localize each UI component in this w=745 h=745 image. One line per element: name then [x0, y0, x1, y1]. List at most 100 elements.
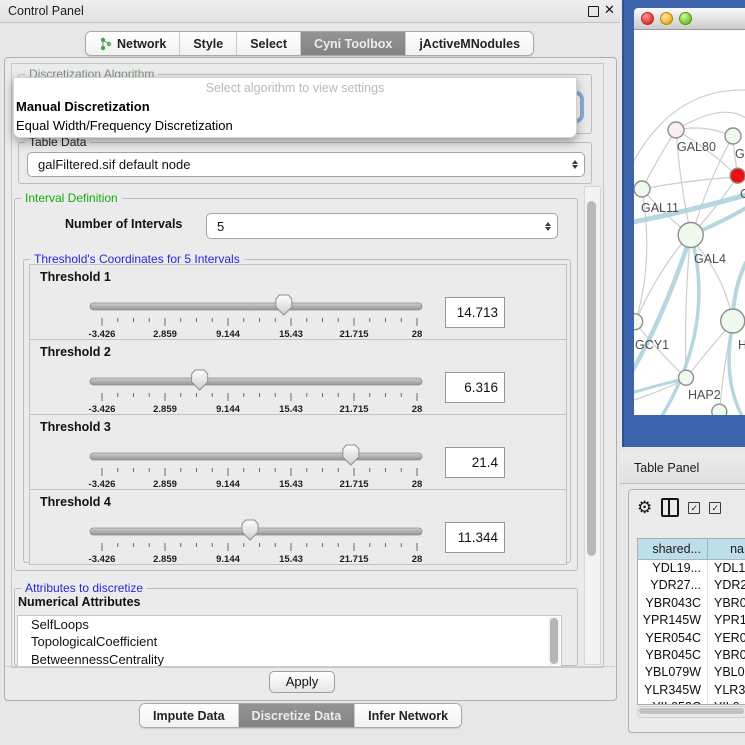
- network-node-h[interactable]: [721, 309, 745, 333]
- network-node-gal11[interactable]: [634, 181, 650, 197]
- number-of-intervals-value: 5: [207, 219, 539, 234]
- panel-scrollbar[interactable]: [584, 186, 601, 665]
- svg-text:21.715: 21.715: [339, 479, 369, 489]
- column-header-name[interactable]: na: [708, 539, 745, 559]
- cell-name: YER0: [708, 630, 745, 647]
- network-node-ga[interactable]: [725, 128, 741, 144]
- attribute-betweennesscentrality[interactable]: BetweennessCentrality: [18, 651, 561, 667]
- threshold-value-field-2[interactable]: 6.316: [445, 372, 505, 403]
- numerical-attributes-list[interactable]: SelfLoopsTopologicalCoefficientBetweenne…: [17, 615, 562, 667]
- checked-box-icon[interactable]: ✓: [688, 502, 700, 514]
- cell-name: YPR1: [708, 612, 745, 629]
- option-manual-discretization[interactable]: Manual Discretization: [14, 97, 576, 116]
- table-header-row: shared... na: [638, 539, 745, 560]
- threshold-panel-1: Threshold 1-3.4262.8599.14415.4321.71528…: [29, 264, 567, 340]
- table-row-ypr145w[interactable]: YPR145WYPR1: [638, 612, 745, 629]
- cell-shared-name: YPR145W: [638, 612, 708, 629]
- network-node-gal4[interactable]: [678, 223, 703, 248]
- svg-text:2.859: 2.859: [153, 479, 177, 489]
- network-node-gcy1[interactable]: [634, 314, 643, 330]
- apply-button[interactable]: Apply: [269, 671, 335, 693]
- network-node-gal80[interactable]: [668, 122, 684, 138]
- list-scrollbar[interactable]: [548, 617, 560, 665]
- split-columns-icon[interactable]: [661, 498, 679, 517]
- tab-style-label: Style: [193, 37, 223, 51]
- svg-text:9.144: 9.144: [216, 554, 240, 564]
- network-node[interactable]: [712, 404, 727, 415]
- tab-cyni-toolbox[interactable]: Cyni Toolbox: [301, 32, 406, 55]
- tab-jactivemnodules-label: jActiveMNodules: [419, 37, 520, 51]
- node-label-hap2: HAP2: [688, 388, 721, 402]
- network-node-hap2[interactable]: [679, 370, 694, 385]
- node-label-gcy1: GCY1: [635, 338, 669, 352]
- option-equal-width-frequency-discretization[interactable]: Equal Width/Frequency Discretization: [14, 116, 576, 135]
- table-row-ydr27[interactable]: YDR27...YDR2: [638, 577, 745, 594]
- svg-text:28: 28: [412, 329, 423, 339]
- control-panel-titlebar: Control Panel ✕: [0, 0, 620, 23]
- node-label-gal4: GAL4: [694, 252, 726, 266]
- divider: [5, 666, 615, 667]
- mode-tab-impute-data[interactable]: Impute Data: [140, 704, 239, 727]
- settings-gear-icon[interactable]: ⚙: [637, 499, 652, 516]
- table-row-ybl079w[interactable]: YBL079WYBL0: [638, 664, 745, 681]
- network-icon: [99, 37, 112, 51]
- node-label-gal80: GAL80: [677, 140, 716, 154]
- slider-thumb[interactable]: [242, 520, 258, 540]
- threshold-value-field-4[interactable]: 11.344: [445, 522, 505, 553]
- close-window-button[interactable]: [641, 12, 654, 25]
- table-row-yer054c[interactable]: YER054CYER0: [638, 630, 745, 647]
- mode-tab-infer-network-label: Infer Network: [368, 709, 448, 723]
- table-row-ydl19[interactable]: YDL19...YDL1: [638, 560, 745, 577]
- zoom-window-button[interactable]: [679, 12, 692, 25]
- algorithm-options: Manual DiscretizationEqual Width/Frequen…: [14, 97, 576, 135]
- cell-name: YBR0: [708, 595, 745, 612]
- cell-name: YBL0: [708, 664, 745, 681]
- node-label-gal11: GAL11: [641, 201, 679, 215]
- tab-network[interactable]: Network: [86, 32, 180, 55]
- svg-text:15.43: 15.43: [279, 479, 303, 489]
- cell-shared-name: YDR27...: [638, 577, 708, 594]
- node-label-c: C: [740, 187, 745, 201]
- network-view-canvas[interactable]: GAL80GACGAL11GAL4GCY1HHAP2: [634, 30, 745, 415]
- threshold-label-4: Threshold 4: [40, 495, 111, 509]
- slider-thumb[interactable]: [276, 295, 292, 315]
- number-of-intervals-combobox[interactable]: 5: [206, 213, 558, 239]
- close-panel-icon[interactable]: ✕: [604, 2, 615, 18]
- minimize-window-button[interactable]: [660, 12, 673, 25]
- svg-text:28: 28: [412, 479, 423, 489]
- tab-select[interactable]: Select: [237, 32, 301, 55]
- cyni-mode-tabs: Impute DataDiscretize Data Infer Network: [139, 703, 462, 728]
- svg-text:-3.426: -3.426: [89, 404, 116, 414]
- mode-tab-discretize-data[interactable]: Discretize Data: [239, 704, 356, 727]
- control-panel-title: Control Panel: [8, 4, 84, 18]
- column-header-shared-name[interactable]: shared...: [638, 539, 708, 559]
- interval-definition-group: Interval Definition Number of Intervals …: [14, 198, 578, 571]
- attribute-topologicalcoefficient[interactable]: TopologicalCoefficient: [18, 633, 561, 650]
- table-row-ybr045c[interactable]: YBR045CYBR0: [638, 647, 745, 664]
- tab-jactivemnodules[interactable]: jActiveMNodules: [406, 32, 533, 55]
- checked-box-icon[interactable]: ✓: [709, 502, 721, 514]
- algorithm-placeholder-option[interactable]: Select algorithm to view settings: [14, 78, 576, 97]
- cell-shared-name: YBR045C: [638, 647, 708, 664]
- threshold-label-3: Threshold 3: [40, 420, 111, 434]
- table-data-combobox[interactable]: galFiltered.sif default node: [27, 152, 585, 177]
- table-horizontal-scrollbar[interactable]: [637, 706, 745, 718]
- threshold-value-field-1[interactable]: 14.713: [445, 297, 505, 328]
- attribute-selfloops[interactable]: SelfLoops: [18, 616, 561, 633]
- algorithm-dropdown-popup: Select algorithm to view settings Manual…: [13, 77, 577, 138]
- table-row-ylr345w[interactable]: YLR345WYLR3: [638, 682, 745, 699]
- node-attribute-table[interactable]: shared... na YDL19...YDL1YDR27...YDR2YBR…: [637, 538, 745, 705]
- float-panel-icon[interactable]: [588, 6, 599, 17]
- table-row-yil052c[interactable]: YIL052CYIL0: [638, 699, 745, 705]
- cell-shared-name: YDL19...: [638, 560, 708, 577]
- threshold-value-field-3[interactable]: 21.4: [445, 447, 505, 478]
- table-panel-body: ⚙ ✓ ✓ shared... na YDL19...YDL1YDR27...Y…: [628, 489, 745, 733]
- tab-style[interactable]: Style: [180, 32, 237, 55]
- mode-tab-infer-network[interactable]: Infer Network: [355, 704, 461, 727]
- thresholds-group: Threshold's Coordinates for 5 Intervals …: [23, 259, 571, 563]
- table-row-ybr043c[interactable]: YBR043CYBR0: [638, 595, 745, 612]
- number-of-intervals-label: Number of Intervals: [65, 217, 182, 231]
- slider-thumb[interactable]: [192, 370, 208, 390]
- slider-thumb[interactable]: [343, 445, 359, 465]
- network-node-c[interactable]: [730, 168, 745, 183]
